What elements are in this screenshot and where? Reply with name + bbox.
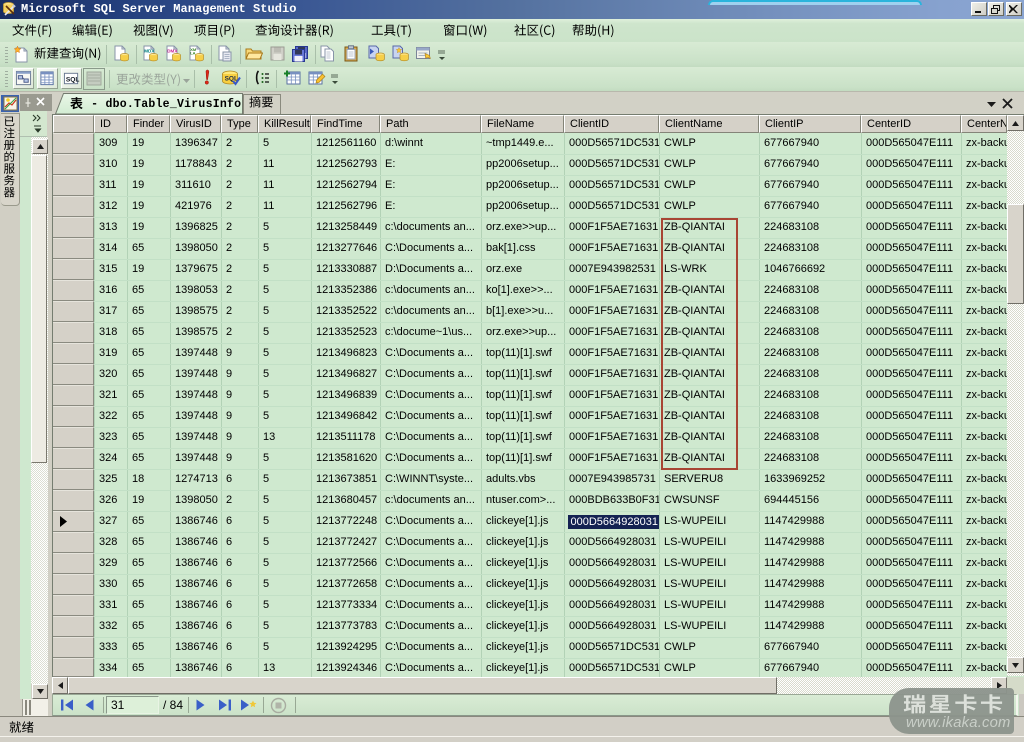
svg-text:MDX: MDX (144, 49, 155, 54)
svg-text:SQL: SQL (225, 76, 238, 83)
svg-text:LA: LA (190, 51, 195, 56)
svg-text:SQL: SQL (66, 76, 80, 83)
svg-text:DMX: DMX (167, 49, 178, 54)
